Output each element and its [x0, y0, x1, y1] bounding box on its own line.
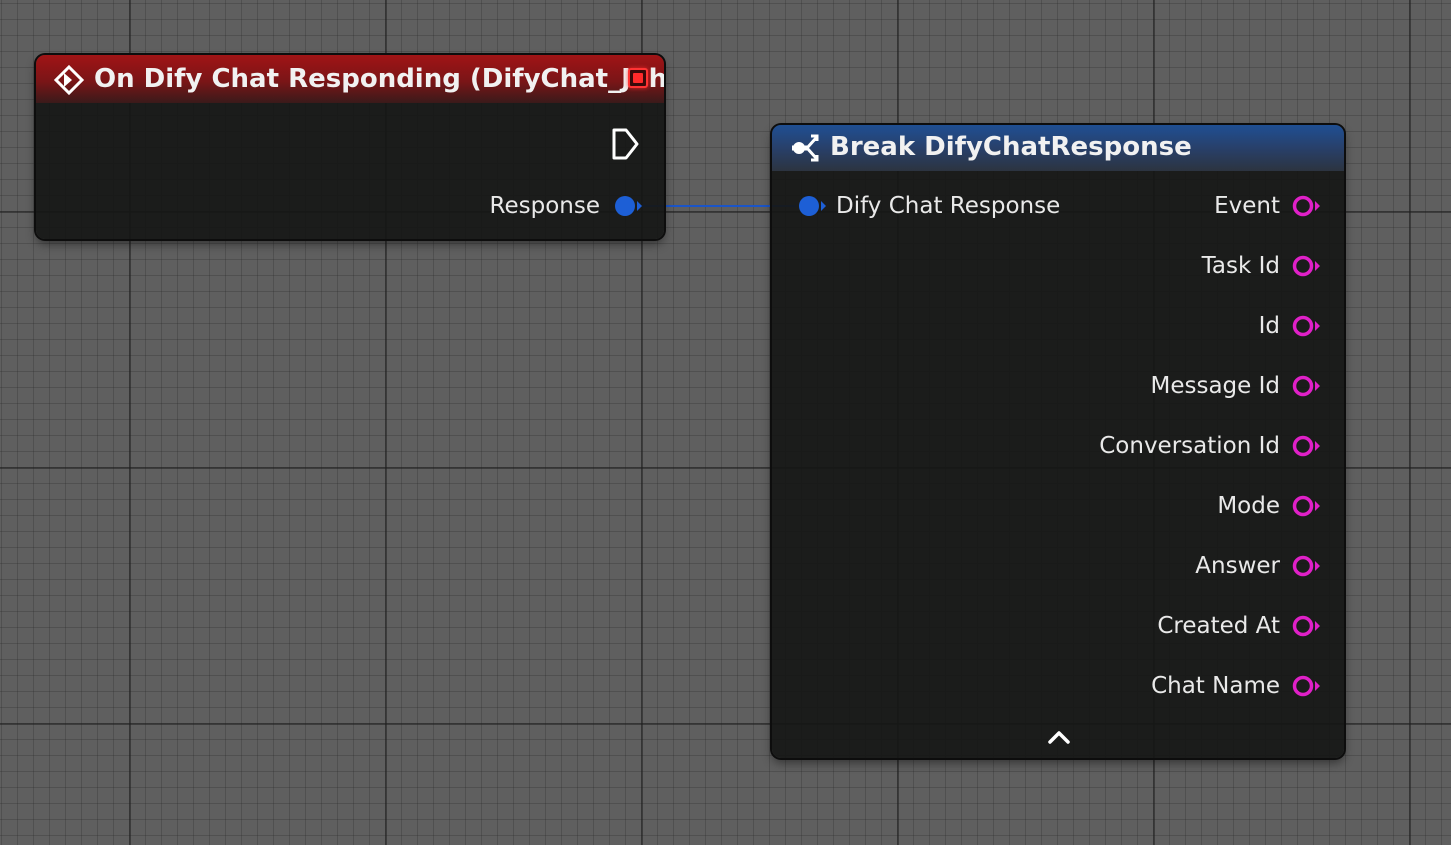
string-pin-icon[interactable] — [1290, 374, 1320, 398]
output-pin-id[interactable]: Id — [1099, 306, 1320, 346]
pin-label: Event — [1214, 193, 1280, 219]
output-pin-message-id[interactable]: Message Id — [1099, 366, 1320, 406]
string-pin-icon[interactable] — [1290, 494, 1320, 518]
breakpoint-stop-button[interactable] — [628, 68, 648, 88]
string-pin-icon[interactable] — [1290, 254, 1320, 278]
string-pin-icon[interactable] — [1290, 314, 1320, 338]
pin-label: Id — [1258, 313, 1280, 339]
event-node-title: On Dify Chat Responding (DifyChat_John) — [94, 64, 664, 94]
event-node-header[interactable]: On Dify Chat Responding (DifyChat_John) — [36, 55, 664, 103]
pin-label: Answer — [1195, 553, 1280, 579]
string-pin-icon[interactable] — [1290, 674, 1320, 698]
struct-pin-icon[interactable] — [612, 194, 642, 218]
pin-label: Created At — [1157, 613, 1280, 639]
string-pin-icon[interactable] — [1290, 614, 1320, 638]
exec-output-icon[interactable] — [610, 127, 640, 161]
struct-pin-icon[interactable] — [796, 194, 826, 218]
pin-label: Conversation Id — [1099, 433, 1280, 459]
output-pin-event[interactable]: Event — [1099, 186, 1320, 226]
break-struct-node[interactable]: Break DifyChatResponse Dify Chat Respons… — [772, 125, 1344, 758]
pin-label: Chat Name — [1151, 673, 1280, 699]
pin-label: Task Id — [1201, 253, 1280, 279]
break-node-title: Break DifyChatResponse — [830, 132, 1192, 162]
break-struct-icon — [792, 134, 819, 162]
input-pin-dify-chat-response[interactable]: Dify Chat Response — [796, 186, 1060, 226]
event-diamond-icon — [54, 65, 84, 95]
output-pin-conversation-id[interactable]: Conversation Id — [1099, 426, 1320, 466]
string-pin-icon[interactable] — [1290, 434, 1320, 458]
blueprint-graph-canvas[interactable]: On Dify Chat Responding (DifyChat_John) … — [0, 0, 1451, 845]
break-node-header[interactable]: Break DifyChatResponse — [772, 125, 1344, 171]
string-pin-icon[interactable] — [1290, 194, 1320, 218]
output-pin-task-id[interactable]: Task Id — [1099, 246, 1320, 286]
output-pins-list: Event Task Id Id Message Id Conversation… — [1099, 186, 1320, 726]
chevron-up-icon[interactable] — [1044, 725, 1074, 749]
output-pin-answer[interactable]: Answer — [1099, 546, 1320, 586]
pin-label: Dify Chat Response — [836, 193, 1061, 219]
pin-label: Response — [489, 193, 600, 219]
output-pin-mode[interactable]: Mode — [1099, 486, 1320, 526]
output-pin-created-at[interactable]: Created At — [1099, 606, 1320, 646]
pin-label: Message Id — [1150, 373, 1281, 399]
output-pin-response[interactable]: Response — [490, 186, 642, 226]
event-node-on-dify-chat-responding[interactable]: On Dify Chat Responding (DifyChat_John) … — [36, 55, 664, 239]
output-pin-chat-name[interactable]: Chat Name — [1099, 666, 1320, 706]
pin-label: Mode — [1217, 493, 1280, 519]
string-pin-icon[interactable] — [1290, 554, 1320, 578]
